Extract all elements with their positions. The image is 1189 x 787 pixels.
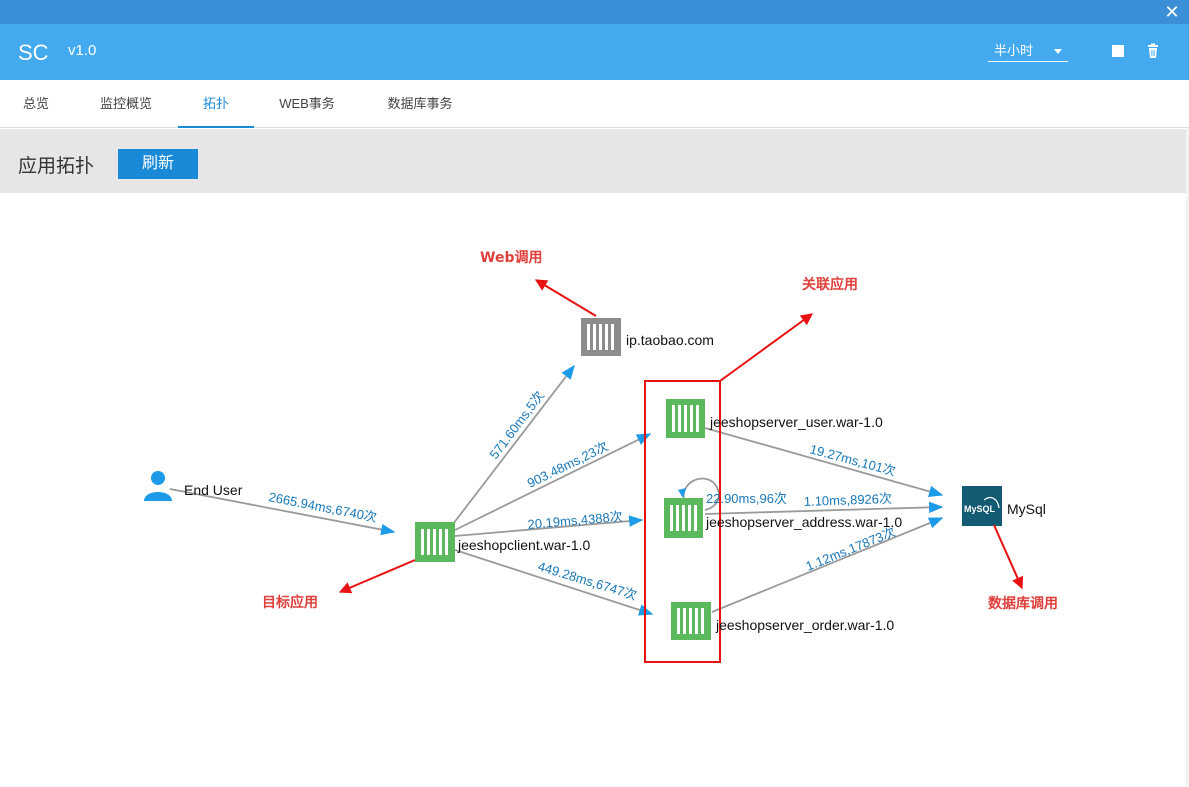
edge-label-address-mysql: 1.10ms,8926次	[804, 491, 893, 509]
annotation-target-app: 目标应用	[262, 594, 318, 611]
edge-label-client-address: 20.19ms,4388次	[527, 509, 623, 532]
annotation-arrow-web	[534, 279, 597, 317]
app-server-icon[interactable]	[671, 602, 711, 640]
node-label-end-user: End User	[184, 482, 243, 498]
annotation-arrow-db	[993, 524, 1024, 590]
mysql-logo-text: MySQL	[964, 504, 996, 514]
edge-client-order[interactable]	[454, 549, 654, 616]
annotation-arrow-related	[719, 313, 813, 382]
annotation-web-call: Web调用	[480, 250, 542, 266]
edge-client-taobao[interactable]	[449, 364, 575, 529]
user-icon[interactable]	[144, 471, 172, 501]
node-label-order-server: jeeshopserver_order.war-1.0	[715, 617, 894, 633]
topology-graph: 2665.94ms,6740次 571.60ms,5次 903.48ms,23次…	[144, 250, 1058, 663]
edge-label-address-self: 22.90ms,96次	[706, 491, 787, 506]
edge-user-mysql[interactable]	[704, 427, 944, 498]
edge-label-enduser-client: 2665.94ms,6740次	[267, 489, 378, 525]
app-server-icon[interactable]	[415, 522, 455, 562]
annotation-related-apps: 关联应用	[802, 276, 858, 293]
node-label-taobao: ip.taobao.com	[626, 332, 714, 348]
edge-label-client-taobao: 571.60ms,5次	[486, 388, 547, 462]
annotation-db-call: 数据库调用	[988, 595, 1058, 612]
external-service-icon[interactable]	[581, 318, 621, 356]
app-server-icon[interactable]	[666, 399, 705, 438]
edge-label-client-user: 903.48ms,23次	[525, 439, 611, 491]
mysql-icon[interactable]: MySQL	[962, 486, 1002, 526]
edge-label-order-mysql: 1.12ms,17873次	[804, 524, 898, 574]
app-server-icon[interactable]	[664, 498, 703, 538]
node-label-user-server: jeeshopserver_user.war-1.0	[709, 414, 883, 430]
annotation-arrow-target	[338, 559, 416, 594]
node-label-address-server: jeeshopserver_address.war-1.0	[705, 514, 902, 530]
node-label-mysql: MySql	[1007, 501, 1046, 517]
node-label-client: jeeshopclient.war-1.0	[457, 537, 591, 553]
